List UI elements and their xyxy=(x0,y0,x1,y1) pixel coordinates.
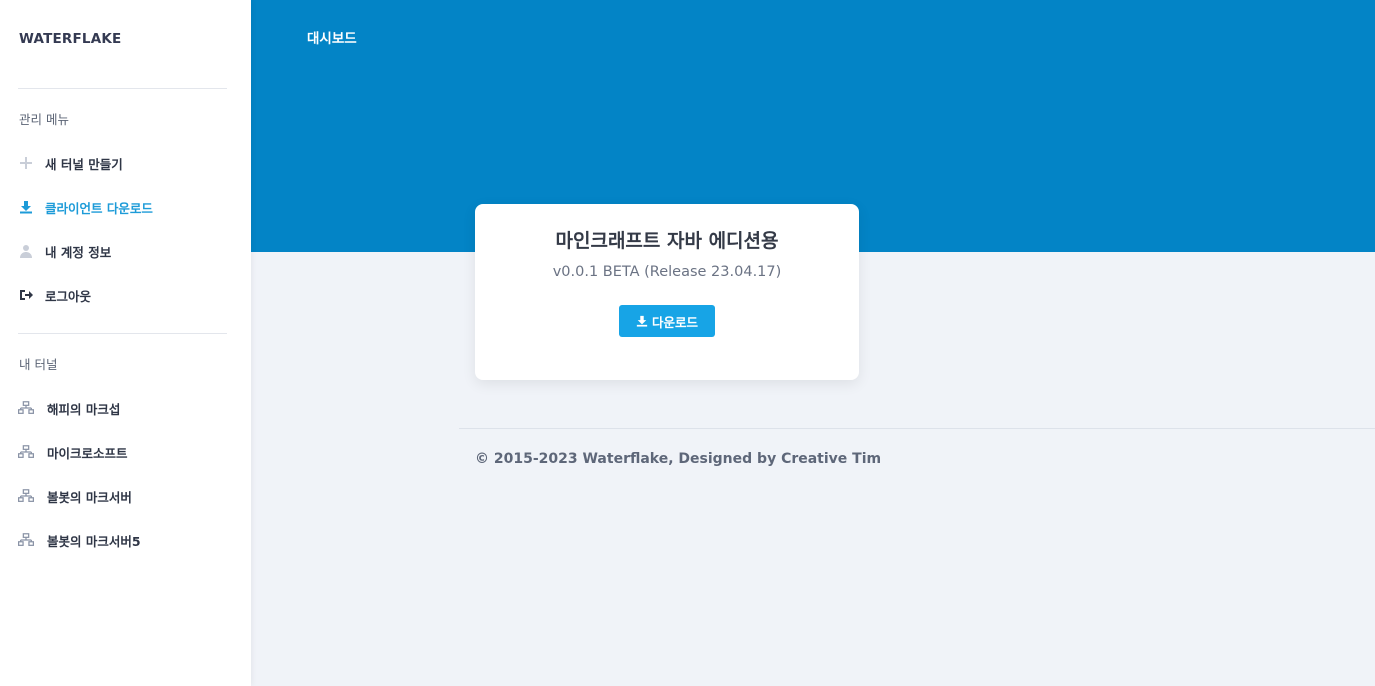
sidebar-divider xyxy=(18,88,227,89)
footer-divider xyxy=(459,428,1375,429)
card-title: 마인크래프트 자바 에디션용 xyxy=(555,230,779,252)
menu-section-title: 관리 메뉴 xyxy=(19,112,69,127)
plus-icon xyxy=(18,155,34,171)
download-icon xyxy=(636,315,648,327)
sidebar-item-label: 로그아웃 xyxy=(45,288,92,304)
logout-icon xyxy=(18,287,34,303)
sidebar-item-label: 볼봇의 마크서버 xyxy=(47,489,132,505)
download-button-label: 다운로드 xyxy=(651,315,698,330)
sidebar-divider xyxy=(18,333,227,334)
brand-logo[interactable]: WATERFLAKE xyxy=(19,31,121,47)
version-text: v0.0.1 BETA (Release 23.04.17) xyxy=(552,264,782,280)
network-icon xyxy=(18,444,34,460)
sidebar: WATERFLAKE 관리 메뉴 새 터널 만들기 클라이언트 다운로드 내 계… xyxy=(0,0,251,686)
network-icon xyxy=(18,488,34,504)
sidebar-item-label: 볼봇의 마크서버5 xyxy=(47,533,141,549)
sidebar-item-label: 클라이언트 다운로드 xyxy=(45,200,153,216)
sidebar-item-account[interactable]: 내 계정 정보 xyxy=(18,237,233,265)
sidebar-item-tunnel[interactable]: 볼봇의 마크서버 xyxy=(18,482,233,510)
download-card: 마인크래프트 자바 에디션용 v0.0.1 BETA (Release 23.0… xyxy=(475,204,859,380)
sidebar-item-tunnel[interactable]: 마이크로소프트 xyxy=(18,438,233,466)
sidebar-item-label: 내 계정 정보 xyxy=(45,244,112,260)
user-icon xyxy=(18,243,34,259)
network-icon xyxy=(18,400,34,416)
sidebar-item-client-download[interactable]: 클라이언트 다운로드 xyxy=(18,193,233,221)
network-icon xyxy=(18,532,34,548)
sidebar-item-tunnel[interactable]: 볼봇의 마크서버5 xyxy=(18,526,233,554)
footer-copyright: © 2015-2023 Waterflake, Designed by Crea… xyxy=(475,451,882,467)
sidebar-item-logout[interactable]: 로그아웃 xyxy=(18,281,233,309)
tunnels-section-title: 내 터널 xyxy=(19,357,58,372)
sidebar-item-label: 해피의 마크섭 xyxy=(47,401,121,417)
sidebar-item-label: 마이크로소프트 xyxy=(47,445,128,461)
download-button[interactable]: 다운로드 xyxy=(619,305,715,337)
download-icon xyxy=(18,199,34,215)
page-title[interactable]: 대시보드 xyxy=(307,27,357,47)
sidebar-item-new-tunnel[interactable]: 새 터널 만들기 xyxy=(18,149,233,177)
sidebar-item-tunnel[interactable]: 해피의 마크섭 xyxy=(18,394,233,422)
sidebar-item-label: 새 터널 만들기 xyxy=(45,156,123,172)
